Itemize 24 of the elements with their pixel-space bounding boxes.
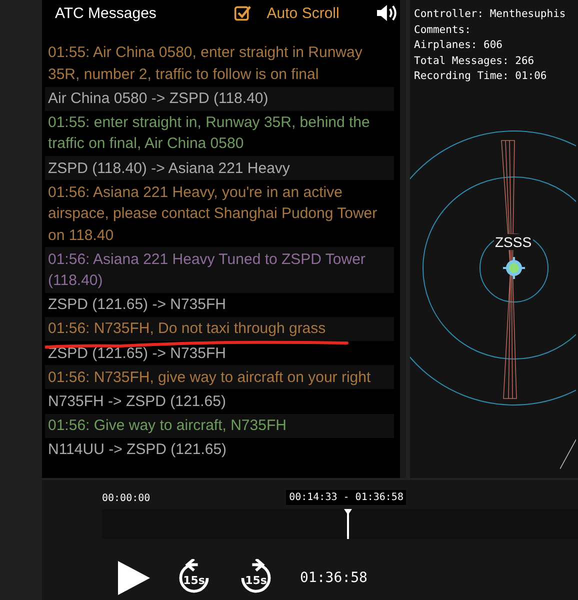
playhead-handle[interactable] xyxy=(343,509,354,539)
message-row: 01:56: N735FH, Do not taxi through grass xyxy=(45,317,394,342)
message-row: Air China 0580 -> ZSPD (118.40) xyxy=(45,86,394,111)
auto-scroll-label: Auto Scroll xyxy=(266,4,340,22)
duration-time: 01:36:58 xyxy=(300,570,368,586)
info-line: Recording Time: 01:06 xyxy=(414,69,548,84)
start-time: 00:00:00 xyxy=(102,493,150,506)
airport-marker-icon xyxy=(502,256,526,280)
info-line: Airplanes: 606 xyxy=(414,38,504,53)
play-button[interactable] xyxy=(116,559,152,597)
auto-scroll-checkbox[interactable] xyxy=(234,4,252,22)
message-row: 01:55: enter straight in, Runway 35R, behind the traffic on final, Air China 0580 xyxy=(45,110,394,156)
message-row: 01:56: Give way to aircraft, N735FH xyxy=(45,414,394,438)
info-line: Comments: xyxy=(414,22,472,38)
airport-label: ZSSS xyxy=(494,234,533,250)
skip-forward-button[interactable]: 15s xyxy=(236,557,276,599)
message-row: 01:56: N735FH, give way to aircraft on your right xyxy=(45,365,394,390)
info-line: Total Messages: 266 xyxy=(414,54,536,68)
message-row: ZSPD (118.40) -> Asiana 221 Heavy xyxy=(45,156,394,180)
range-label: 00:14:33 - 01:36:58 xyxy=(286,490,406,505)
panel-title: ATC Messages xyxy=(55,4,158,22)
message-row: 01:56: Asiana 221 Heavy Tuned to ZSPD Tower (118.40) xyxy=(45,247,394,294)
skip-back-button[interactable]: 15s xyxy=(174,557,214,599)
info-line: Controller: Menthesuphis xyxy=(414,7,567,22)
